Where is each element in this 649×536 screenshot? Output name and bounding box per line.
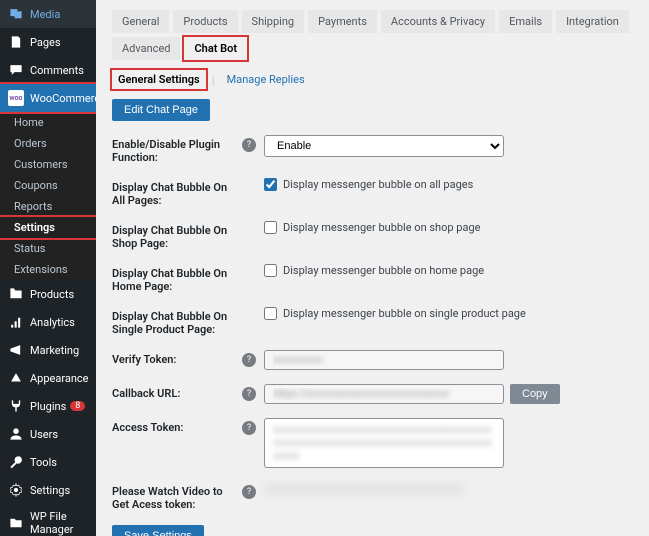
- verify-token-input[interactable]: [264, 350, 504, 370]
- sidebar-item-appearance[interactable]: Appearance: [0, 364, 96, 392]
- home-label: Display Chat Bubble On Home Page:: [112, 264, 242, 293]
- products-icon: [8, 286, 24, 302]
- woocommerce-icon: woo: [8, 90, 24, 106]
- sidebar-item-products[interactable]: Products: [0, 280, 96, 308]
- label: Plugins: [30, 400, 66, 413]
- all-pages-checkbox[interactable]: [264, 178, 277, 191]
- tab-shipping[interactable]: Shipping: [242, 10, 305, 33]
- label: Media: [30, 8, 60, 21]
- shop-label: Display Chat Bubble On Shop Page:: [112, 221, 242, 250]
- single-checkbox[interactable]: [264, 307, 277, 320]
- tab-general[interactable]: General: [112, 10, 169, 33]
- subtab-manage-replies[interactable]: Manage Replies: [221, 70, 311, 89]
- all-pages-checkbox-label[interactable]: Display messenger bubble on all pages: [264, 178, 473, 191]
- sidebar-item-woocommerce[interactable]: woo WooCommerce: [0, 84, 96, 112]
- sidebar-item-marketing[interactable]: Marketing: [0, 336, 96, 364]
- settings-tabs: General Products Shipping Payments Accou…: [112, 10, 633, 60]
- sidebar-sub-status[interactable]: Status: [0, 238, 96, 259]
- all-pages-label: Display Chat Bubble On All Pages:: [112, 178, 242, 207]
- label: WooCommerce: [30, 92, 96, 105]
- label: Settings: [30, 484, 70, 497]
- analytics-icon: [8, 314, 24, 330]
- comments-icon: [8, 62, 24, 78]
- users-icon: [8, 426, 24, 442]
- sidebar-sub-extensions[interactable]: Extensions: [0, 259, 96, 280]
- sidebar-sub-reports[interactable]: Reports: [0, 196, 96, 217]
- subtab-general-settings[interactable]: General Settings: [112, 70, 206, 89]
- home-checkbox-label[interactable]: Display messenger bubble on home page: [264, 264, 484, 277]
- sidebar-item-tools[interactable]: Tools: [0, 448, 96, 476]
- tab-payments[interactable]: Payments: [308, 10, 377, 33]
- sidebar-sub-settings[interactable]: Settings: [0, 217, 96, 238]
- appearance-icon: [8, 370, 24, 386]
- sidebar-item-settings[interactable]: Settings: [0, 476, 96, 504]
- sidebar-item-analytics[interactable]: Analytics: [0, 308, 96, 336]
- verify-label: Verify Token:: [112, 350, 242, 366]
- copy-button[interactable]: Copy: [510, 384, 560, 404]
- sidebar-item-users[interactable]: Users: [0, 420, 96, 448]
- help-icon[interactable]: ?: [242, 353, 256, 367]
- access-label: Access Token:: [112, 418, 242, 434]
- gear-icon: [8, 482, 24, 498]
- plugins-icon: [8, 398, 24, 414]
- home-checkbox[interactable]: [264, 264, 277, 277]
- main-content: General Products Shipping Payments Accou…: [96, 0, 649, 536]
- label: WP File Manager: [30, 510, 88, 536]
- help-icon[interactable]: ?: [242, 485, 256, 499]
- pages-icon: [8, 34, 24, 50]
- sidebar-sub-coupons[interactable]: Coupons: [0, 175, 96, 196]
- edit-chat-page-button[interactable]: Edit Chat Page: [112, 99, 210, 121]
- help-icon[interactable]: ?: [242, 138, 256, 152]
- label: Analytics: [30, 316, 75, 329]
- label: Tools: [30, 456, 57, 469]
- single-label: Display Chat Bubble On Single Product Pa…: [112, 307, 242, 336]
- sidebar-item-wpfilemanager[interactable]: WP File Manager: [0, 504, 96, 536]
- help-icon[interactable]: ?: [242, 421, 256, 435]
- shop-checkbox[interactable]: [264, 221, 277, 234]
- admin-sidebar: Media Pages Comments woo WooCommerce Hom…: [0, 0, 96, 536]
- sidebar-sub-customers[interactable]: Customers: [0, 154, 96, 175]
- tab-products[interactable]: Products: [173, 10, 237, 33]
- sidebar-sub-home[interactable]: Home: [0, 112, 96, 133]
- tab-accounts[interactable]: Accounts & Privacy: [381, 10, 495, 33]
- access-token-textarea[interactable]: xxxxxxxxxxxxxxxxxxxxxxxxxxxxxxxxxxxxxxxx…: [264, 418, 504, 468]
- video-label: Please Watch Video to Get Acess token:: [112, 482, 242, 511]
- sub-tabs: General Settings | Manage Replies: [112, 70, 633, 89]
- label: Marketing: [30, 344, 79, 357]
- plugins-badge: 8: [70, 401, 85, 411]
- sidebar-sub-orders[interactable]: Orders: [0, 133, 96, 154]
- callback-label: Callback URL:: [112, 384, 242, 400]
- label: Pages: [30, 36, 61, 49]
- label: Products: [30, 288, 74, 301]
- sidebar-item-comments[interactable]: Comments: [0, 56, 96, 84]
- file-manager-icon: [8, 515, 24, 531]
- marketing-icon: [8, 342, 24, 358]
- help-icon[interactable]: ?: [242, 387, 256, 401]
- callback-url-input[interactable]: [264, 384, 504, 404]
- label: Appearance: [30, 372, 89, 385]
- shop-checkbox-label[interactable]: Display messenger bubble on shop page: [264, 221, 480, 234]
- enable-select[interactable]: Enable: [264, 135, 504, 157]
- media-icon: [8, 6, 24, 22]
- save-settings-button[interactable]: Save Settings: [112, 525, 204, 536]
- label: Comments: [30, 64, 84, 77]
- tools-icon: [8, 454, 24, 470]
- tab-integration[interactable]: Integration: [556, 10, 629, 33]
- tab-chatbot[interactable]: Chat Bot: [184, 37, 247, 60]
- single-checkbox-label[interactable]: Display messenger bubble on single produ…: [264, 307, 526, 320]
- label: Users: [30, 428, 58, 441]
- tab-advanced[interactable]: Advanced: [112, 37, 180, 60]
- sidebar-item-media[interactable]: Media: [0, 0, 96, 28]
- enable-label: Enable/Disable Plugin Function:: [112, 135, 242, 164]
- tab-emails[interactable]: Emails: [499, 10, 552, 33]
- sidebar-item-pages[interactable]: Pages: [0, 28, 96, 56]
- sidebar-item-plugins[interactable]: Plugins 8: [0, 392, 96, 420]
- video-link[interactable]: [264, 482, 464, 496]
